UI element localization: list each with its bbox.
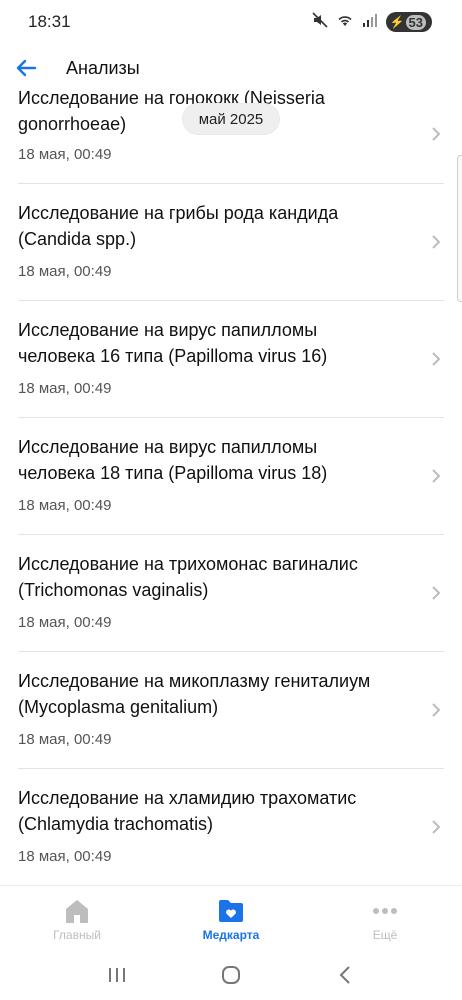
- nav-label-medcard: Медкарта: [202, 928, 260, 942]
- item-title: Исследование на трихомонас вагиналис (Tr…: [18, 554, 358, 600]
- chevron-right-icon: [428, 232, 444, 252]
- status-bar: 18:31 ⚡ 53: [0, 0, 462, 44]
- chevron-right-icon: [428, 466, 444, 486]
- home-circle-icon: [222, 966, 240, 984]
- analyses-list: Исследование на гонококк (Neisseria gono…: [0, 85, 462, 886]
- list-item[interactable]: Исследование на гонококк (Neisseria gono…: [18, 85, 444, 184]
- list-item[interactable]: Исследование на грибы рода кандида (Cand…: [18, 184, 444, 301]
- item-date: 18 мая, 00:49: [18, 146, 112, 163]
- nav-label-home: Главный: [53, 928, 101, 942]
- page-title: Анализы: [66, 57, 140, 78]
- list-item[interactable]: Исследование на трихомонас вагиналис (Tr…: [18, 535, 444, 652]
- back-chevron-icon: [339, 966, 350, 984]
- item-title: Исследование на хламидию трахоматис (Chl…: [18, 788, 357, 834]
- bottom-nav: Главный Медкарта Ещё: [0, 885, 462, 950]
- item-title: Исследование на микоплазму гениталиум (M…: [18, 671, 371, 717]
- system-nav-bar: [0, 950, 462, 1000]
- item-date: 18 мая, 00:49: [18, 731, 112, 748]
- scrollbar[interactable]: [457, 155, 462, 302]
- chevron-right-icon: [428, 124, 444, 144]
- chevron-right-icon: [428, 700, 444, 720]
- battery-level: 53: [405, 14, 426, 30]
- back-nav-button[interactable]: [325, 955, 365, 995]
- more-dots-icon: [373, 908, 397, 914]
- signal-icon: [362, 12, 378, 32]
- chevron-right-icon: [428, 583, 444, 603]
- home-button[interactable]: [211, 955, 251, 995]
- nav-item-medcard[interactable]: Медкарта: [154, 886, 308, 950]
- nav-item-more[interactable]: Ещё: [308, 886, 462, 950]
- list-item[interactable]: Исследование на микоплазму гениталиум (M…: [18, 652, 444, 769]
- back-arrow-icon: [16, 59, 37, 77]
- medcard-folder-heart-icon: [219, 900, 243, 922]
- home-icon: [66, 900, 88, 923]
- recent-apps-icon: [109, 968, 125, 982]
- list-item[interactable]: Исследование на вирус папилломы человека…: [18, 418, 444, 535]
- item-date: 18 мая, 00:49: [18, 848, 112, 865]
- mute-icon: [312, 11, 328, 33]
- month-chip: май 2025: [183, 104, 279, 134]
- list-item[interactable]: Исследование на хламидию трахоматис (Chl…: [18, 769, 444, 886]
- status-time: 18:31: [28, 12, 71, 31]
- nav-label-more: Ещё: [372, 928, 398, 942]
- item-title: Исследование на вирус папилломы человека…: [18, 320, 328, 366]
- item-title: Исследование на вирус папилломы человека…: [18, 437, 328, 483]
- battery-icon: ⚡ 53: [385, 12, 432, 32]
- item-date: 18 мая, 00:49: [18, 263, 112, 280]
- item-date: 18 мая, 00:49: [18, 380, 112, 397]
- status-icons: ⚡ 53: [312, 11, 432, 33]
- item-date: 18 мая, 00:49: [18, 614, 112, 631]
- charging-bolt-icon: ⚡: [389, 15, 405, 29]
- wifi-icon: [336, 12, 354, 33]
- item-date: 18 мая, 00:49: [18, 497, 112, 514]
- nav-item-home[interactable]: Главный: [0, 886, 154, 950]
- chevron-right-icon: [428, 817, 444, 837]
- recent-apps-button[interactable]: [97, 955, 137, 995]
- list-item[interactable]: Исследование на вирус папилломы человека…: [18, 301, 444, 418]
- item-title: Исследование на грибы рода кандида (Cand…: [18, 203, 339, 249]
- chevron-right-icon: [428, 349, 444, 369]
